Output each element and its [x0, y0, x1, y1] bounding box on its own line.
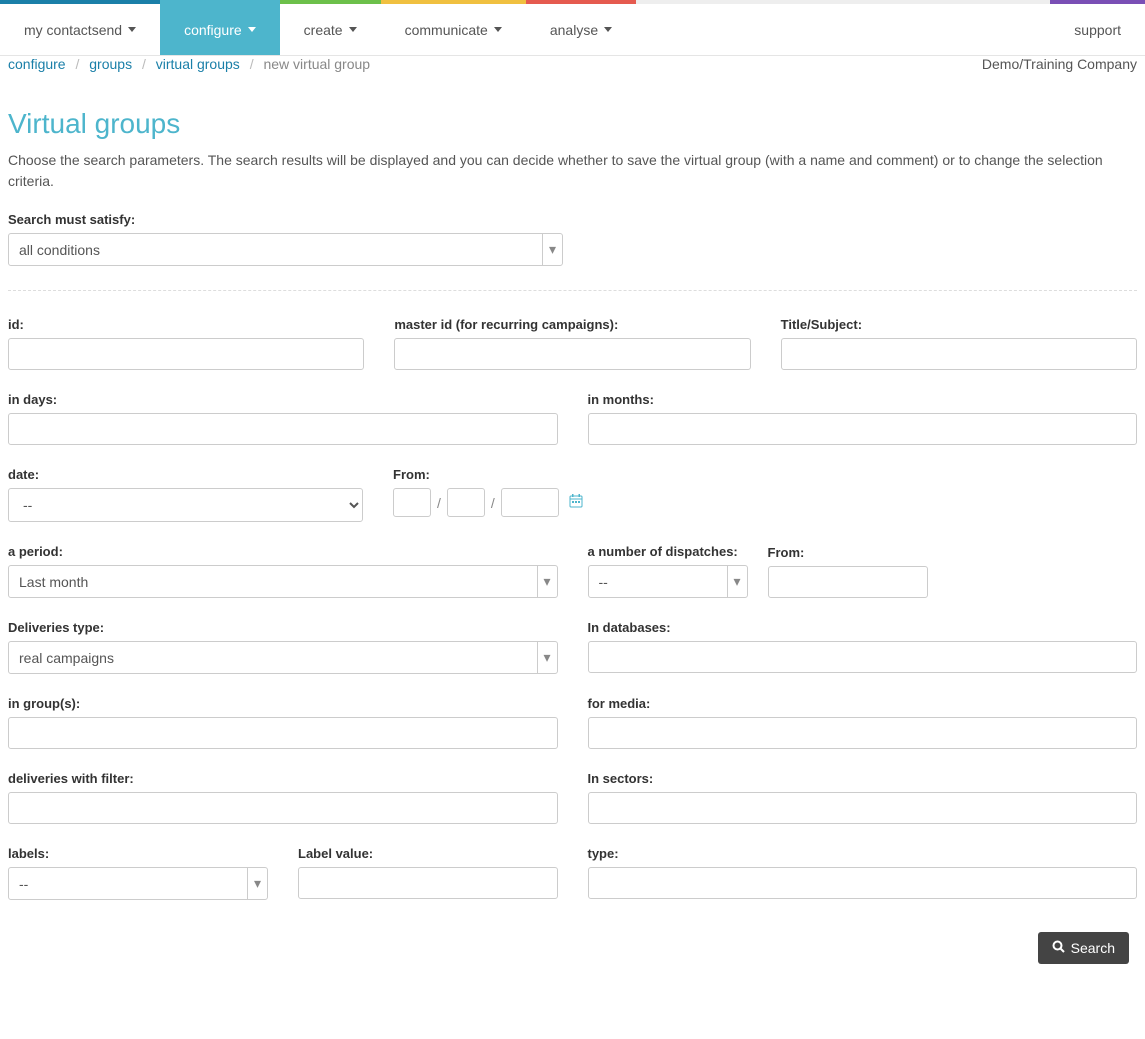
from-dispatch-input[interactable]	[768, 566, 928, 598]
caret-down-icon	[248, 27, 256, 32]
from-year-input[interactable]	[501, 488, 559, 517]
from-date-label: From:	[393, 467, 593, 482]
caret-down-icon: ▾	[542, 234, 562, 265]
label-value-input[interactable]	[298, 867, 558, 899]
breadcrumb-current: new virtual group	[263, 56, 370, 72]
for-media-label: for media:	[588, 696, 1138, 711]
satisfy-select[interactable]: all conditions ▾	[8, 233, 563, 266]
deliveries-filter-input[interactable]	[8, 792, 558, 824]
deliveries-filter-label: deliveries with filter:	[8, 771, 558, 786]
in-databases-input[interactable]	[588, 641, 1138, 673]
master-id-input[interactable]	[394, 338, 750, 370]
master-id-label: master id (for recurring campaigns):	[394, 317, 750, 332]
type-label: type:	[588, 846, 1138, 861]
date-label: date:	[8, 467, 363, 482]
breadcrumb-virtual-groups[interactable]: virtual groups	[156, 56, 240, 72]
calendar-icon[interactable]	[569, 494, 583, 511]
type-input[interactable]	[588, 867, 1138, 899]
caret-down-icon	[128, 27, 136, 32]
in-groups-label: in group(s):	[8, 696, 558, 711]
company-label: Demo/Training Company	[982, 56, 1137, 72]
divider	[8, 290, 1137, 291]
in-months-input[interactable]	[588, 413, 1138, 445]
num-dispatches-label: a number of dispatches:	[588, 544, 748, 559]
page-title: Virtual groups	[8, 108, 1137, 140]
in-days-label: in days:	[8, 392, 558, 407]
a-period-label: a period:	[8, 544, 558, 559]
caret-down-icon: ▾	[537, 566, 557, 597]
in-groups-input[interactable]	[8, 717, 558, 749]
caret-down-icon: ▾	[727, 566, 747, 597]
search-icon	[1052, 940, 1065, 956]
labels-label: labels:	[8, 846, 268, 861]
from-day-input[interactable]	[393, 488, 431, 517]
nav-communicate[interactable]: communicate	[381, 0, 526, 55]
from-dispatch-label: From:	[768, 545, 928, 560]
page-description: Choose the search parameters. The search…	[8, 150, 1137, 192]
title-subject-label: Title/Subject:	[781, 317, 1137, 332]
title-subject-input[interactable]	[781, 338, 1137, 370]
caret-down-icon	[349, 27, 357, 32]
top-nav: my contactsend configure create communic…	[0, 0, 1145, 56]
for-media-input[interactable]	[588, 717, 1138, 749]
a-period-select[interactable]: Last month ▾	[8, 565, 558, 598]
breadcrumb-groups[interactable]: groups	[89, 56, 132, 72]
label-value-label: Label value:	[298, 846, 558, 861]
deliveries-type-label: Deliveries type:	[8, 620, 558, 635]
breadcrumb-configure[interactable]: configure	[8, 56, 66, 72]
in-sectors-label: In sectors:	[588, 771, 1138, 786]
nav-spacer	[636, 0, 1050, 55]
caret-down-icon	[604, 27, 612, 32]
date-select[interactable]: --	[8, 488, 363, 522]
nav-support[interactable]: support	[1050, 0, 1145, 55]
satisfy-label: Search must satisfy:	[8, 212, 563, 227]
search-button[interactable]: Search	[1038, 932, 1129, 964]
in-sectors-input[interactable]	[588, 792, 1138, 824]
nav-analyse[interactable]: analyse	[526, 0, 636, 55]
nav-create[interactable]: create	[280, 0, 381, 55]
caret-down-icon: ▾	[247, 868, 267, 899]
in-days-input[interactable]	[8, 413, 558, 445]
in-months-label: in months:	[588, 392, 1138, 407]
labels-select[interactable]: -- ▾	[8, 867, 268, 900]
caret-down-icon	[494, 27, 502, 32]
id-input[interactable]	[8, 338, 364, 370]
deliveries-type-select[interactable]: real campaigns ▾	[8, 641, 558, 674]
id-label: id:	[8, 317, 364, 332]
from-month-input[interactable]	[447, 488, 485, 517]
caret-down-icon: ▾	[537, 642, 557, 673]
in-databases-label: In databases:	[588, 620, 1138, 635]
num-dispatches-select[interactable]: -- ▾	[588, 565, 748, 598]
breadcrumb: configure / groups / virtual groups / ne…	[8, 56, 370, 72]
nav-configure[interactable]: configure	[160, 0, 280, 55]
nav-my-contactsend[interactable]: my contactsend	[0, 0, 160, 55]
